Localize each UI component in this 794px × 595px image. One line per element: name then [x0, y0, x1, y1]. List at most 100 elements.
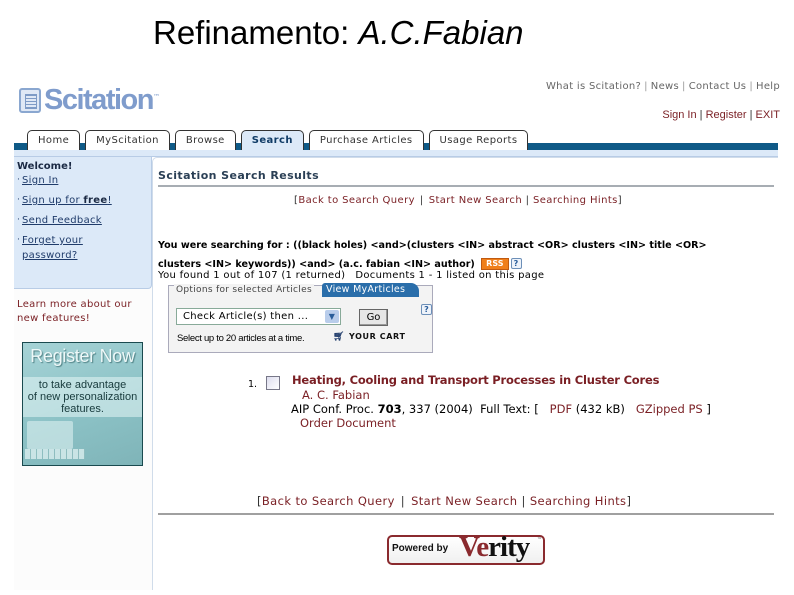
go-button[interactable]: Go: [359, 309, 388, 326]
auth-links: Sign In | Register | EXIT: [662, 109, 780, 121]
tab-home[interactable]: Home: [27, 130, 81, 150]
computer-monitor-image: [27, 421, 73, 449]
divider: [158, 185, 774, 187]
view-myarticles-tab[interactable]: View MyArticles: [322, 283, 419, 297]
exit-link[interactable]: EXIT: [756, 109, 780, 121]
cart-icon: 🛒︎: [333, 332, 346, 342]
help-icon[interactable]: ?: [510, 258, 522, 269]
promo-body: to take advantage of new personalization f…: [23, 377, 142, 417]
sidebar-forgot-password-link[interactable]: Forget your password?: [22, 233, 83, 263]
query-label: You were searching for :: [158, 240, 294, 251]
your-cart-link[interactable]: 🛒︎ YOUR CART: [333, 332, 406, 342]
learn-more-link[interactable]: Learn more about our new features!: [17, 298, 147, 326]
welcome-box: Welcome! · Sign In · Sign up for free! · Se…: [14, 157, 152, 289]
sidebar-item-feedback: · Send Feedback: [17, 213, 148, 228]
pdf-size: (432 kB): [575, 402, 625, 416]
document-icon: [19, 87, 41, 113]
verity-trademark: ™: [537, 537, 542, 543]
journal: AIP Conf. Proc.: [291, 402, 378, 416]
select-note: Select up to 20 articles at a time.: [177, 333, 305, 344]
register-now-banner[interactable]: Register Now to take advantage of new per…: [22, 342, 143, 466]
tab-myscitation[interactable]: MyScitation: [85, 130, 170, 150]
logo-trademark: ™: [152, 93, 160, 101]
order-document-link[interactable]: Order Document: [300, 416, 396, 430]
sub-bar: [14, 150, 778, 157]
sidebar-sign-up-link[interactable]: Sign up for free!: [22, 193, 112, 208]
footer-nav-links: [Back to Search Query | Start New Search |…: [257, 494, 632, 508]
tab-purchase-articles[interactable]: Purchase Articles: [308, 130, 424, 150]
start-new-search-link[interactable]: Start New Search: [411, 494, 517, 508]
gzipped-ps-link[interactable]: GZipped PS: [636, 402, 703, 416]
promo-line2: of new personalization: [27, 391, 138, 403]
found-text: You found 1 out of 107 (1 returned): [158, 270, 346, 281]
what-is-scitation-link[interactable]: What is Scitation?: [546, 81, 641, 92]
cart-label: YOUR CART: [349, 332, 406, 341]
sidebar-item-forgot-password: · Forget your password?: [17, 233, 148, 263]
divider: [158, 513, 774, 515]
sidebar: Welcome! · Sign In · Sign up for free! · Se…: [14, 157, 152, 590]
sidebar-item-sign-in: · Sign In: [17, 173, 148, 188]
pdf-link[interactable]: PDF: [550, 402, 572, 416]
start-new-search-link[interactable]: Start New Search: [429, 195, 522, 206]
volume: 703: [377, 402, 402, 416]
forgot-line2: password?: [22, 250, 78, 261]
sidebar-sign-in-link[interactable]: Sign In: [22, 173, 58, 188]
sidebar-item-sign-up: · Sign up for free!: [17, 193, 148, 208]
slide-title: Refinamento: A.C.Fabian: [153, 14, 524, 52]
result-citation: AIP Conf. Proc. 703, 337 (2004) Full Tex…: [291, 402, 711, 416]
back-to-search-query-link[interactable]: Back to Search Query: [262, 494, 395, 508]
help-icon[interactable]: ?: [421, 304, 432, 315]
scitation-logo[interactable]: Scitation ™: [19, 85, 160, 115]
sidebar-feedback-link[interactable]: Send Feedback: [22, 213, 102, 228]
tab-search[interactable]: Search: [240, 130, 304, 151]
search-query: You were searching for : ((black holes) …: [158, 236, 778, 274]
slide-title-prefix: Refinamento:: [153, 14, 359, 51]
pages-year: , 337 (2004): [401, 402, 473, 416]
forgot-line1: Forget your: [22, 235, 83, 246]
select-value: Check Article(s) then ...: [183, 311, 309, 322]
welcome-heading: Welcome!: [17, 161, 73, 172]
result-nav-links: [Back to Search Query | Start New Search |…: [294, 195, 623, 206]
result-title-link[interactable]: Heating, Cooling and Transport Processes…: [292, 373, 659, 387]
result-number: 1.: [248, 379, 258, 390]
sign-up-prefix: Sign up for: [22, 195, 84, 206]
documents-range: Documents 1 - 1 listed on this page: [355, 270, 545, 281]
separator: |: [682, 81, 686, 92]
promo-line1: to take advantage: [38, 379, 127, 391]
separator: |: [644, 81, 648, 92]
chevron-down-icon: ▼: [325, 310, 339, 323]
result-author-link[interactable]: A. C. Fabian: [302, 388, 370, 402]
powered-by-verity-logo[interactable]: Powered by Verity ™: [387, 529, 545, 575]
help-link[interactable]: Help: [756, 81, 780, 92]
sign-in-link[interactable]: Sign In: [662, 109, 696, 121]
news-link[interactable]: News: [651, 81, 679, 92]
tab-usage-reports[interactable]: Usage Reports: [428, 130, 529, 150]
back-to-search-query-link[interactable]: Back to Search Query: [298, 195, 415, 206]
page-title: Scitation Search Results: [158, 169, 320, 182]
searching-hints-link[interactable]: Searching Hints: [530, 494, 627, 508]
options-help[interactable]: ?: [419, 298, 432, 317]
searching-hints-link[interactable]: Searching Hints: [533, 195, 618, 206]
verity-b: rity: [488, 531, 530, 563]
query-line1: ((black holes) <and>(clusters <IN> abstr…: [293, 240, 707, 251]
promo-heading: Register Now: [30, 346, 135, 366]
options-tab[interactable]: Options for selected Articles: [174, 284, 314, 296]
keyboard-image: [25, 449, 85, 459]
result-checkbox[interactable]: [266, 376, 280, 390]
promo-line3: features.: [61, 403, 104, 415]
main-tabs: Home MyScitation Browse Search Purchase …: [27, 130, 529, 151]
rss-button[interactable]: RSS: [481, 258, 509, 270]
logo-text: Scitation: [44, 84, 154, 116]
tab-browse[interactable]: Browse: [174, 130, 236, 150]
sign-up-suffix: !: [107, 195, 112, 206]
slide-title-italic: A.C.Fabian: [358, 14, 524, 51]
separator: |: [749, 81, 753, 92]
query-line2: clusters <IN> keywords)) <and> (a.c. fab…: [158, 259, 475, 270]
article-action-select[interactable]: Check Article(s) then ... ▼: [176, 308, 341, 325]
register-link[interactable]: Register: [706, 109, 747, 121]
contact-us-link[interactable]: Contact Us: [689, 81, 747, 92]
verity-wordmark: Verity: [459, 531, 530, 564]
powered-by-text: Powered by: [392, 543, 449, 554]
top-links: What is Scitation? | News | Contact Us | Help: [546, 81, 780, 92]
result-count: You found 1 out of 107 (1 returned) Docum…: [158, 270, 544, 281]
